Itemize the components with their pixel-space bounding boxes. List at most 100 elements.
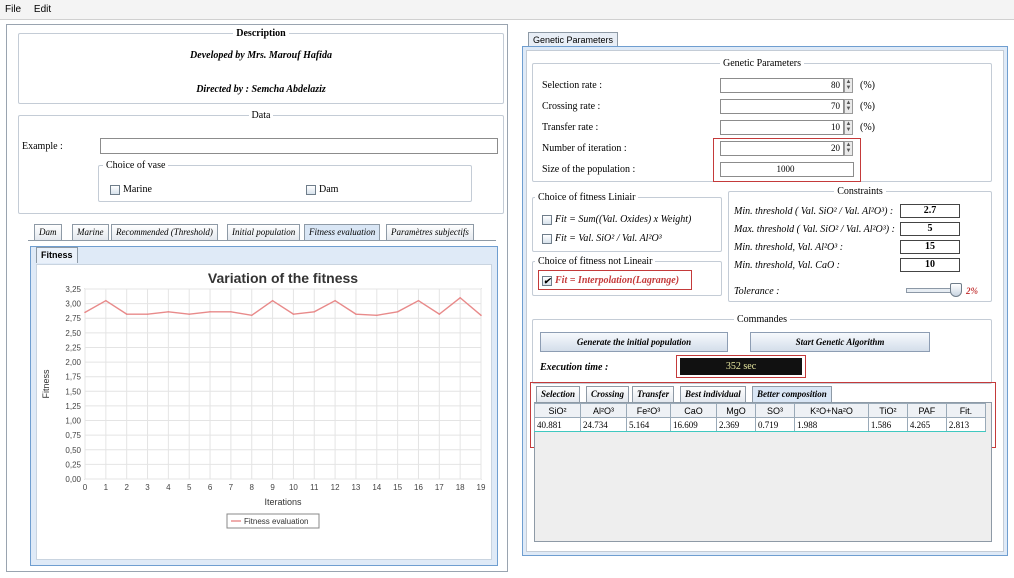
fit-lagrange-option[interactable]: ✔ Fit = Interpolation(Lagrange) <box>542 275 679 286</box>
marine-check-box[interactable] <box>110 184 120 195</box>
tab-dam[interactable]: Dam <box>34 224 62 240</box>
generate-population-button[interactable]: Generate the initial population <box>540 332 728 352</box>
x-tick-label: 1 <box>104 483 109 492</box>
exec-time-label: Execution time : <box>540 362 609 373</box>
tab-better-composition[interactable]: Better composition <box>752 386 832 402</box>
cell-cao[interactable]: 16.609 <box>670 417 717 432</box>
transfer-unit: (%) <box>860 122 875 133</box>
crossing-label: Crossing rate : <box>542 101 601 112</box>
crossing-spinner[interactable]: ▲ ▼ <box>844 99 853 114</box>
cell-k2o-na2o[interactable]: 1.988 <box>794 417 869 432</box>
start-genetic-algorithm-button[interactable]: Start Genetic Algorithm <box>750 332 930 352</box>
min-cao-input[interactable]: 10 <box>900 258 960 272</box>
tab-recommended[interactable]: Recommended (Threshold) <box>111 224 218 240</box>
data-point <box>313 311 316 313</box>
tab-fitness-evaluation[interactable]: Fitness evaluation <box>304 224 381 240</box>
data-point <box>292 313 295 315</box>
cell-so3[interactable]: 0.719 <box>755 417 796 432</box>
data-point <box>209 311 211 313</box>
data-point <box>250 314 253 317</box>
directed-by-text: Directed by : Semcha Abdelaziz <box>196 84 326 95</box>
fitness-chart-svg: Variation of the fitness 0,00 0,25 0,50 0,75… <box>41 270 486 529</box>
fit-sum-checkbox[interactable] <box>542 214 552 225</box>
tab-best-individual[interactable]: Best individual <box>680 386 746 402</box>
crossing-unit: (%) <box>860 101 875 112</box>
selection-unit: (%) <box>860 80 875 91</box>
data-point <box>480 314 482 317</box>
dam-check-box[interactable] <box>306 184 316 195</box>
cell-al2o3[interactable]: 24.734 <box>579 417 627 432</box>
x-tick-label: 19 <box>477 483 486 492</box>
tab-subjective-params[interactable]: Paramètres subjectifs <box>386 224 474 240</box>
data-point <box>334 299 336 302</box>
y-tick-label: 1,75 <box>65 373 81 382</box>
population-label: Size of the population : <box>542 164 636 175</box>
commands-legend: Commandes <box>737 314 787 325</box>
crossing-input[interactable]: 70 <box>720 99 844 114</box>
tab-crossing[interactable]: Crossing <box>586 386 630 402</box>
fit-ratio-label: Fit = Val. SiO² / Val. Al²O³ <box>555 233 662 244</box>
y-tick-label: 3,00 <box>65 300 81 309</box>
x-tick-label: 3 <box>145 483 150 492</box>
cell-tio2[interactable]: 1.586 <box>867 417 908 432</box>
tab-fitness[interactable]: Fitness <box>36 247 78 263</box>
fit-ratio-checkbox[interactable] <box>542 233 552 244</box>
cell-paf[interactable]: 4.265 <box>906 417 947 432</box>
menu-file[interactable]: File <box>0 0 26 19</box>
y-tick-label: 1,25 <box>65 402 81 411</box>
tolerance-slider-thumb[interactable] <box>950 283 962 297</box>
dam-label: Dam <box>319 184 339 195</box>
cell-fit[interactable]: 2.813 <box>945 417 987 432</box>
tab-initial-population[interactable]: Initial population <box>227 224 301 240</box>
header-paf: PAF <box>906 403 947 418</box>
population-input[interactable]: 1000 <box>720 162 854 177</box>
min-al-input[interactable]: 15 <box>900 240 960 254</box>
data-point <box>438 313 441 315</box>
marine-checkbox[interactable]: Marine <box>110 184 152 195</box>
min-ratio-input[interactable]: 2.7 <box>900 204 960 218</box>
min-cao-label: Min. threshold, Val. CaO : <box>734 260 841 271</box>
tab-marine[interactable]: Marine <box>72 224 109 240</box>
tab-genetic-parameters[interactable]: Genetic Parameters <box>528 32 619 47</box>
dam-checkbox[interactable]: Dam <box>306 184 338 195</box>
fit-ratio-option[interactable]: Fit = Val. SiO² / Val. Al²O³ <box>542 233 662 244</box>
x-tick-label: 6 <box>208 483 213 492</box>
cell-mgo[interactable]: 2.369 <box>715 417 757 432</box>
y-tick-label: 2,50 <box>65 329 81 338</box>
transfer-spinner[interactable]: ▲ ▼ <box>844 120 853 135</box>
legend-label: Fitness evaluation <box>244 517 308 526</box>
iteration-input[interactable]: 20 <box>720 141 844 156</box>
plot-area <box>84 288 482 480</box>
data-point <box>167 311 170 313</box>
table-row[interactable]: 40.881 24.734 5.164 16.609 2.369 0.719 1… <box>534 417 987 432</box>
header-tio2: TiO² <box>867 403 908 418</box>
menu-edit[interactable]: Edit <box>29 0 56 19</box>
x-tick-label: 0 <box>83 483 88 492</box>
selection-input[interactable]: 80 <box>720 78 844 93</box>
constraints-legend: Constraints <box>837 186 883 197</box>
tab-transfer[interactable]: Transfer <box>632 386 675 402</box>
example-input[interactable] <box>100 138 498 154</box>
cell-sio2[interactable]: 40.881 <box>534 417 581 432</box>
iteration-spinner[interactable]: ▲ ▼ <box>844 141 853 156</box>
iteration-label: Number of iteration : <box>542 143 627 154</box>
x-tick-label: 15 <box>393 483 402 492</box>
tolerance-slider-track[interactable] <box>906 288 956 293</box>
y-tick-label: 1,00 <box>65 417 81 426</box>
tab-selection[interactable]: Selection <box>536 386 580 402</box>
cell-fe2o3[interactable]: 5.164 <box>625 417 672 432</box>
transfer-input[interactable]: 10 <box>720 120 844 135</box>
header-fe2o3: Fe²O³ <box>625 403 672 418</box>
x-tick-label: 7 <box>229 483 234 492</box>
example-label: Example : <box>22 141 63 152</box>
max-ratio-input[interactable]: 5 <box>900 222 960 236</box>
x-tick-label: 17 <box>435 483 444 492</box>
fit-lagrange-checkbox[interactable]: ✔ <box>542 275 552 286</box>
vase-choice-group: Choice of vase <box>98 160 472 202</box>
results-header-row: SiO² Al²O³ Fe²O³ CaO MgO SO³ K²O+Na²O Ti… <box>534 403 987 418</box>
header-fit: Fit. <box>945 403 987 418</box>
results-table-wrap: SiO² Al²O³ Fe²O³ CaO MgO SO³ K²O+Na²O Ti… <box>534 403 987 432</box>
fit-sum-option[interactable]: Fit = Sum((Val. Oxides) x Weight) <box>542 214 691 225</box>
x-tick-label: 4 <box>166 483 171 492</box>
selection-spinner[interactable]: ▲ ▼ <box>844 78 853 93</box>
